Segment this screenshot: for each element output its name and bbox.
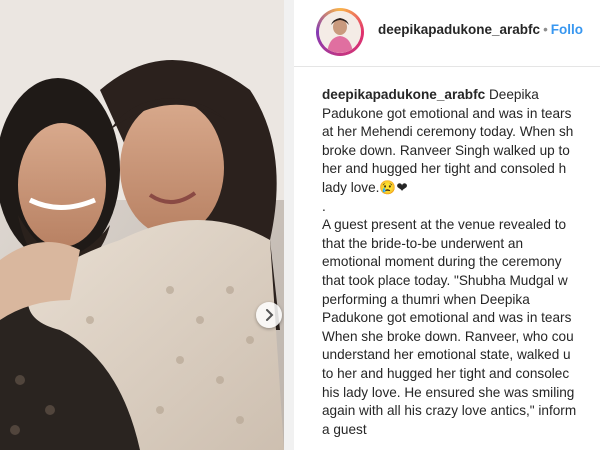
follow-button[interactable]: Follo <box>551 22 583 37</box>
caption-line: Padukone got emotional and was in tears <box>322 310 572 326</box>
caption-line: . <box>322 198 326 214</box>
caption-line: lady love.😢❤ <box>322 179 408 195</box>
caption-line: performing a thumri when Deepika <box>322 291 530 307</box>
header-line: deepikapadukone_arabfc • Follo <box>378 22 583 37</box>
caption-line: that the bride-to-be underwent an <box>322 235 524 251</box>
pane-divider <box>284 0 294 450</box>
caption-line: to her and hugged her tight and consolec <box>322 365 570 381</box>
header-username-link[interactable]: deepikapadukone_arabfc <box>378 22 540 37</box>
caption-line: When she broke down. Ranveer, who cou <box>322 328 574 344</box>
post-caption: deepikapadukone_arabfc Deepika Padukone … <box>322 86 600 439</box>
caption-line: again with all his crazy love antics," i… <box>322 403 577 419</box>
post-details-pane: deepikapadukone_arabfc • Follo deepikapadu… <box>294 0 600 450</box>
caption-line: that took place today. "Shubha Mudgal w <box>322 272 568 288</box>
caption-text: Deepika <box>488 87 539 102</box>
caption-line: emotional moment during the ceremony <box>322 254 562 270</box>
caption-line: her and hugged her tight and consoled h <box>322 161 567 177</box>
caption-line: his lady love. He ensured she was smilin… <box>322 384 575 400</box>
caption-username-link[interactable]: deepikapadukone_arabfc <box>322 87 485 102</box>
avatar-story-ring[interactable] <box>316 8 364 56</box>
caption-line: deepikapadukone_arabfc Deepika <box>322 86 600 105</box>
caption-line: a guest <box>322 421 367 437</box>
chevron-right-icon <box>266 309 274 321</box>
caption-line: understand her emotional state, walked u <box>322 347 571 363</box>
post-photo[interactable] <box>0 0 284 450</box>
caption-line: broke down. Ranveer Singh walked up to <box>322 142 570 158</box>
caption-line: at her Mehendi ceremony today. When sh <box>322 124 574 140</box>
couple-photo-image <box>0 0 284 450</box>
post-header: deepikapadukone_arabfc • Follo <box>294 0 600 67</box>
caption-line: Padukone got emotional and was in tears <box>322 105 572 121</box>
profile-avatar-icon <box>319 11 361 53</box>
header-separator: • <box>543 22 548 37</box>
caption-line: A guest present at the venue revealed to <box>322 217 567 233</box>
carousel-next-button[interactable] <box>256 302 282 328</box>
